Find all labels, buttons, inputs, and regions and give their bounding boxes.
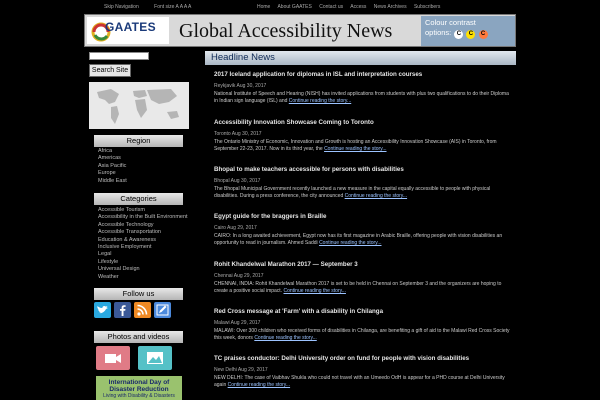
site-title: Global Accessibility News [179, 20, 393, 42]
article-title[interactable]: Egypt guide for the braggers in Braille [214, 213, 514, 220]
headline-news-heading: Headline News [205, 51, 516, 65]
category-list: Accessible Tourism Accessibility in the … [98, 207, 188, 281]
article-summary: The Bhopal Municipal Government recently… [214, 186, 491, 199]
photo-gallery-icon[interactable] [138, 346, 172, 370]
article-summary: MALAWI: Over 300 children who received f… [214, 328, 510, 341]
world-map-icon[interactable] [89, 82, 189, 129]
facebook-icon[interactable] [114, 302, 131, 318]
search-input[interactable] [89, 52, 149, 60]
video-camera-icon[interactable] [96, 346, 130, 370]
article-date: Cairo Aug 29, 2017 [214, 225, 257, 231]
article-title[interactable]: Rohit Khandelwal Marathon 2017 — Septemb… [214, 261, 514, 268]
contrast-orange-button[interactable]: C [478, 30, 488, 39]
continue-reading-link[interactable]: Continue reading the story... [319, 240, 381, 246]
continue-reading-link[interactable]: Continue reading the story... [345, 193, 407, 199]
article-summary: CAIRO: In a long awaited achievement, Eg… [214, 233, 503, 246]
continue-reading-link[interactable]: Continue reading the story... [283, 288, 345, 294]
continue-reading-link[interactable]: Continue reading the story... [324, 146, 386, 152]
news-article: Accessibility Innovation Showcase Coming… [214, 119, 514, 153]
contrast-white-button[interactable]: C [454, 30, 464, 39]
nav-access[interactable]: Access [350, 4, 366, 10]
region-list: Africa Americas Asia Pacific Europe Midd… [98, 148, 127, 185]
category-item[interactable]: Inclusive Employment [98, 244, 188, 251]
article-date: Malawi Aug 29, 2017 [214, 320, 261, 326]
region-item[interactable]: Europe [98, 170, 127, 177]
news-article: 2017 Iceland application for diplomas in… [214, 71, 514, 105]
rss-icon[interactable] [134, 302, 151, 318]
promo-subtitle: Living with Disability & Disasters [103, 393, 175, 399]
nav-subscribers[interactable]: Subscribers [414, 4, 440, 10]
region-item[interactable]: Americas [98, 155, 127, 162]
edit-icon[interactable] [154, 302, 171, 318]
continue-reading-link[interactable]: Continue reading the story... [254, 335, 316, 341]
top-bar: Skip Navigation Font size A A A A Home A… [0, 0, 600, 13]
category-item[interactable]: Weather [98, 274, 188, 281]
article-summary: NEW DELHI: The case of Vaibhav Shukla wh… [214, 375, 505, 388]
news-article: Red Cross message at 'Farm' with a disab… [214, 308, 514, 342]
category-item[interactable]: Lifestyle [98, 259, 188, 266]
article-title[interactable]: TC praises conductor: Delhi University o… [214, 355, 514, 362]
category-item[interactable]: Accessibility in the Built Environment [98, 214, 188, 221]
news-article: TC praises conductor: Delhi University o… [214, 355, 514, 389]
contrast-yellow-button[interactable]: C [466, 30, 476, 39]
article-date: Bhopal Aug 30, 2017 [214, 178, 261, 184]
news-article: Rohit Khandelwal Marathon 2017 — Septemb… [214, 261, 514, 295]
region-item[interactable]: Africa [98, 148, 127, 155]
category-item[interactable]: Accessible Tourism [98, 207, 188, 214]
top-left-links: Skip Navigation Font size A A A A [104, 4, 205, 10]
font-size-control[interactable]: Font size A A A A [154, 4, 191, 10]
promo-banner[interactable]: International Day of Disaster Reduction … [96, 376, 182, 400]
contrast-label-2: options: [425, 28, 452, 37]
article-title[interactable]: 2017 Iceland application for diplomas in… [214, 71, 514, 78]
category-item[interactable]: Accessible Transportation [98, 229, 188, 236]
gaates-logo[interactable]: GAATES [87, 17, 169, 44]
logo-text: GAATES [105, 20, 156, 34]
contrast-label: Colour contrast [425, 18, 476, 27]
article-date: New Delhi Aug 29, 2017 [214, 367, 268, 373]
categories-heading: Categories [94, 193, 183, 205]
nav-contact[interactable]: Contact us [319, 4, 343, 10]
top-nav: Home About GAATES Contact us Access News… [257, 4, 446, 10]
category-item[interactable]: Legal [98, 251, 188, 258]
article-date: Reykjavik Aug 30, 2017 [214, 83, 267, 89]
article-date: Chennai Aug 29, 2017 [214, 273, 264, 279]
article-title[interactable]: Bhopal to make teachers accessible for p… [214, 166, 514, 173]
nav-home[interactable]: Home [257, 4, 270, 10]
category-item[interactable]: Education & Awareness [98, 237, 188, 244]
continue-reading-link[interactable]: Continue reading the story... [289, 98, 351, 104]
follow-heading: Follow us [94, 288, 183, 300]
region-item[interactable]: Middle East [98, 178, 127, 185]
article-title[interactable]: Red Cross message at 'Farm' with a disab… [214, 308, 514, 315]
photos-heading: Photos and videos [94, 331, 183, 343]
site-header: GAATES Global Accessibility News Colour … [84, 14, 516, 47]
skip-nav-link[interactable]: Skip Navigation [104, 4, 139, 10]
twitter-icon[interactable] [94, 302, 111, 318]
continue-reading-link[interactable]: Continue reading the story... [228, 382, 290, 388]
nav-about[interactable]: About GAATES [277, 4, 311, 10]
contrast-options: Colour contrast options: C C C [421, 16, 515, 46]
nav-news-archives[interactable]: News Archives [374, 4, 407, 10]
category-item[interactable]: Universal Design [98, 266, 188, 273]
region-heading: Region [94, 135, 183, 147]
article-summary: National Institute of Speech and Hearing… [214, 91, 509, 104]
search-button[interactable]: Search Site [89, 64, 131, 77]
article-title[interactable]: Accessibility Innovation Showcase Coming… [214, 119, 514, 126]
article-date: Toronto Aug 30, 2017 [214, 131, 262, 137]
article-summary: CHENNAI, INDIA: Rohit Khandelwal Maratho… [214, 281, 502, 294]
article-summary: The Ontario Ministry of Economic, Innova… [214, 139, 497, 152]
news-article: Egypt guide for the braggers in Braille … [214, 213, 514, 247]
promo-title: International Day of Disaster Reduction [108, 379, 170, 393]
region-item[interactable]: Asia Pacific [98, 163, 127, 170]
news-article: Bhopal to make teachers accessible for p… [214, 166, 514, 200]
category-item[interactable]: Accessible Technology [98, 222, 188, 229]
